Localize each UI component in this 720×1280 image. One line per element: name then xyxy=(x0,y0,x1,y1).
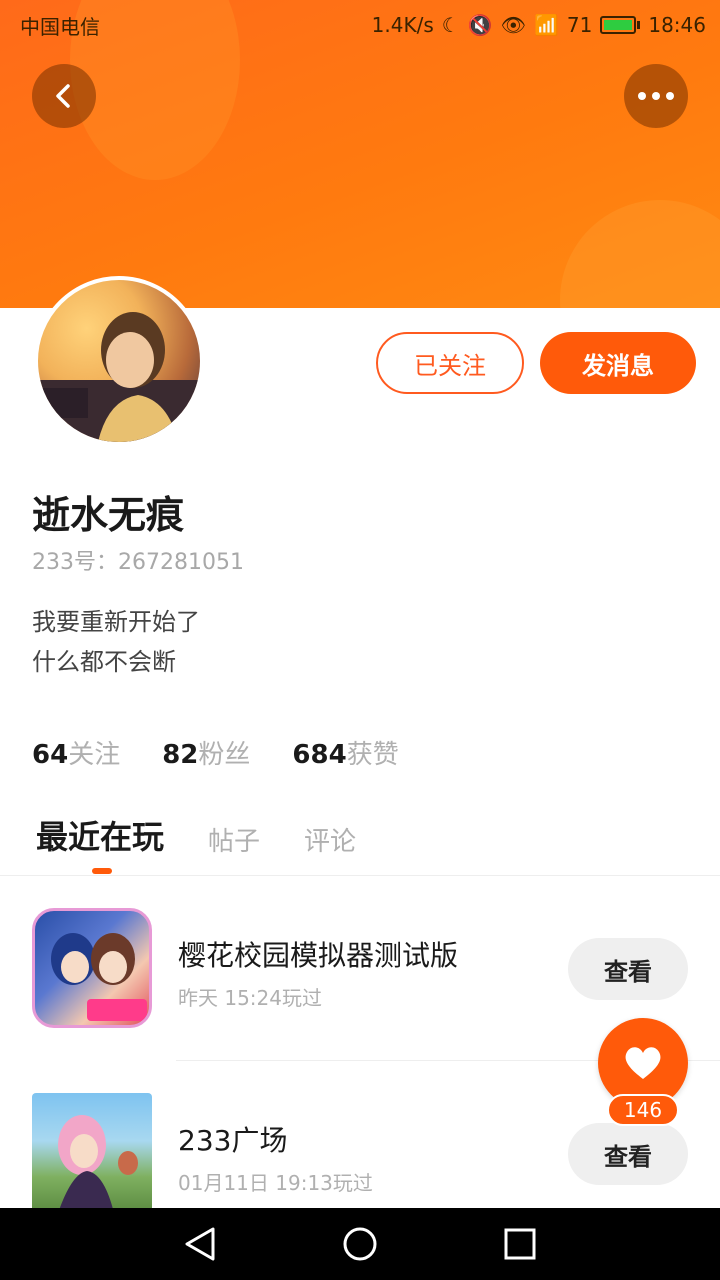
game-played-time: 01月11日 19:13玩过 xyxy=(178,1171,373,1195)
profile-stats: 64关注 82粉丝 684获赞 xyxy=(32,734,399,771)
game-icon xyxy=(32,1093,152,1208)
circle-home-icon xyxy=(343,1227,377,1261)
mute-icon: 🔇 xyxy=(467,13,493,37)
followers-stat[interactable]: 82粉丝 xyxy=(162,734,250,771)
chevron-left-icon xyxy=(56,84,70,108)
game-icon-art xyxy=(58,1115,138,1208)
status-bar: 中国电信 1.4K/s ☾ 🔇 👁 📶 71 18:46 xyxy=(0,0,720,50)
nav-recents-button[interactable] xyxy=(490,1214,550,1274)
game-icon-art xyxy=(51,933,147,1021)
game-title: 樱花校园模拟器测试版 xyxy=(178,939,459,972)
tab-comments[interactable]: 评论 xyxy=(304,821,356,858)
carrier-label: 中国电信 xyxy=(20,14,100,39)
clock: 18:46 xyxy=(648,13,706,37)
nav-back-button[interactable] xyxy=(170,1214,230,1274)
user-bio: 我要重新开始了 什么都不会断 xyxy=(32,602,200,682)
bio-line: 什么都不会断 xyxy=(32,648,176,676)
system-navigation-bar xyxy=(0,1208,720,1280)
likes-count: 684 xyxy=(292,740,347,770)
square-recents-icon xyxy=(504,1228,536,1260)
game-icon xyxy=(32,908,152,1028)
signal-label: 71 xyxy=(566,13,593,37)
nav-home-button[interactable] xyxy=(330,1214,390,1274)
view-game-button[interactable]: 查看 xyxy=(568,1123,688,1185)
following-stat[interactable]: 64关注 xyxy=(32,734,120,771)
avatar-illustration xyxy=(38,312,200,442)
more-button[interactable] xyxy=(624,64,688,128)
divider xyxy=(0,875,720,876)
wifi-icon: 📶 xyxy=(534,13,559,37)
more-dots-icon xyxy=(638,92,674,100)
following-label: 关注 xyxy=(68,740,121,770)
moon-icon: ☾ xyxy=(441,13,460,37)
heart-icon xyxy=(625,1047,661,1079)
network-speed: 1.4K/s xyxy=(371,13,434,37)
like-count-badge: 146 xyxy=(607,1094,679,1126)
user-id: 233号：267281051 xyxy=(32,550,244,575)
likes-label: 获赞 xyxy=(346,740,399,770)
followers-label: 粉丝 xyxy=(198,740,251,770)
tab-recently-played[interactable]: 最近在玩 xyxy=(36,812,164,858)
game-list-item[interactable]: 樱花校园模拟器测试版 昨天 15:24玩过 查看 xyxy=(0,900,720,1050)
tab-posts[interactable]: 帖子 xyxy=(208,821,260,858)
avatar[interactable] xyxy=(34,276,204,446)
profile-tabs: 最近在玩 帖子 评论 xyxy=(36,812,356,858)
game-played-time: 昨天 15:24玩过 xyxy=(178,986,322,1010)
followers-count: 82 xyxy=(162,740,199,770)
back-button[interactable] xyxy=(32,64,96,128)
triangle-back-icon xyxy=(185,1227,215,1261)
likes-stat[interactable]: 684获赞 xyxy=(292,734,398,771)
status-icons: 1.4K/s ☾ 🔇 👁 📶 71 18:46 xyxy=(372,13,706,37)
header-decoration xyxy=(560,200,720,308)
battery-icon xyxy=(600,16,641,34)
user-name: 逝水无痕 xyxy=(32,493,185,537)
active-tab-indicator xyxy=(92,868,112,874)
send-message-button[interactable]: 发消息 xyxy=(540,332,696,394)
followed-button[interactable]: 已关注 xyxy=(376,332,524,394)
game-title: 233广场 xyxy=(178,1124,288,1157)
eye-icon: 👁 xyxy=(500,13,526,37)
view-game-button[interactable]: 查看 xyxy=(568,938,688,1000)
following-count: 64 xyxy=(32,740,69,770)
bio-line: 我要重新开始了 xyxy=(32,608,200,636)
